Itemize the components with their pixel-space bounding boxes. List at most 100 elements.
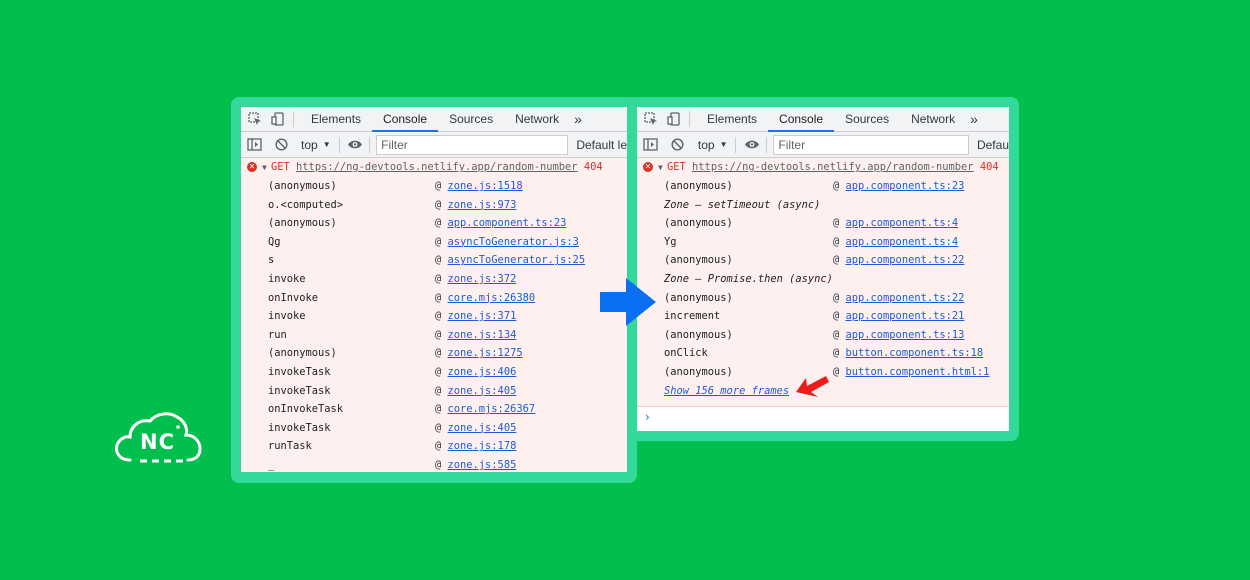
source-link[interactable]: app.component.ts:23 bbox=[846, 180, 965, 192]
source-location: @ core.mjs:26380 bbox=[435, 291, 536, 304]
eye-icon[interactable] bbox=[344, 134, 368, 156]
more-tabs-icon[interactable]: » bbox=[570, 107, 586, 131]
async-boundary-label: Zone — Promise.then (async) bbox=[664, 272, 833, 285]
sidebar-toggle-icon[interactable] bbox=[243, 134, 267, 156]
stack-frame-row: run @ zone.js:134 bbox=[241, 326, 627, 345]
async-boundary-row: Zone — setTimeout (async) bbox=[637, 196, 1009, 215]
device-toggle-icon[interactable] bbox=[665, 110, 683, 128]
function-name: (anonymous) bbox=[268, 180, 337, 192]
source-link[interactable]: button.component.ts:18 bbox=[846, 347, 984, 359]
stack-frame-row: s @ asyncToGenerator.js:25 bbox=[241, 251, 627, 270]
source-link[interactable]: core.mjs:26367 bbox=[448, 403, 536, 415]
inspect-icon[interactable] bbox=[246, 110, 264, 128]
source-location: @ app.component.ts:22 bbox=[833, 254, 965, 267]
tab-console[interactable]: Console bbox=[372, 107, 439, 132]
source-link[interactable]: app.component.ts:4 bbox=[846, 217, 959, 229]
stack-frame-row: increment @ app.component.ts:21 bbox=[637, 307, 1009, 326]
stack-frame-row: runTask @ zone.js:178 bbox=[241, 437, 627, 456]
function-name: (anonymous) bbox=[664, 365, 733, 378]
source-link[interactable]: button.component.html:1 bbox=[846, 366, 990, 378]
tab-network[interactable]: Network bbox=[900, 107, 966, 131]
source-location: @ app.component.ts:4 bbox=[833, 235, 959, 248]
tab-console[interactable]: Console bbox=[768, 107, 835, 132]
log-levels-dropdown[interactable]: Defau bbox=[977, 138, 1009, 152]
source-link[interactable]: core.mjs:26380 bbox=[448, 292, 536, 304]
source-location: @ zone.js:371 bbox=[435, 310, 517, 323]
source-link[interactable]: zone.js:371 bbox=[448, 310, 517, 322]
source-location: @ zone.js:406 bbox=[435, 365, 517, 378]
stack-frame-row: invoke @ zone.js:371 bbox=[241, 307, 627, 326]
source-link[interactable]: app.component.ts:22 bbox=[846, 292, 965, 304]
stack-frame-row: invokeTask @ zone.js:406 bbox=[241, 363, 627, 382]
stack-frame-row: (anonymous) @ app.component.ts:22 bbox=[637, 251, 1009, 270]
source-link[interactable]: zone.js:405 bbox=[448, 385, 517, 397]
tab-sources[interactable]: Sources bbox=[834, 107, 900, 131]
device-toggle-icon[interactable] bbox=[269, 110, 287, 128]
function-name: invokeTask bbox=[268, 421, 331, 434]
source-location: @ app.component.ts:4 bbox=[833, 217, 959, 230]
error-url-link[interactable]: https://ng-devtools.netlify.app/random-n… bbox=[296, 161, 578, 173]
left-tab-bar: Elements Console Sources Network » bbox=[241, 107, 627, 132]
inspect-icon[interactable] bbox=[642, 110, 660, 128]
more-tabs-icon[interactable]: » bbox=[966, 107, 982, 131]
eye-icon[interactable] bbox=[740, 134, 764, 156]
tab-elements[interactable]: Elements bbox=[300, 107, 372, 131]
context-selector[interactable]: top ▼ bbox=[690, 138, 736, 152]
source-location: @ zone.js:973 bbox=[435, 198, 517, 211]
show-more-frames-link[interactable]: Show 156 more frames bbox=[664, 382, 789, 401]
source-link[interactable]: asyncToGenerator.js:25 bbox=[448, 254, 586, 266]
source-link[interactable]: zone.js:973 bbox=[448, 199, 517, 211]
right-console-toolbar: top ▼ Filter Defau bbox=[637, 132, 1009, 158]
expand-triangle-icon[interactable]: ▼ bbox=[262, 158, 267, 177]
source-link[interactable]: app.component.ts:21 bbox=[846, 310, 965, 322]
filter-input[interactable]: Filter bbox=[773, 134, 969, 155]
error-url-link[interactable]: https://ng-devtools.netlify.app/random-n… bbox=[692, 161, 974, 173]
function-name: invoke bbox=[268, 310, 306, 323]
source-location: @ zone.js:134 bbox=[435, 328, 517, 341]
source-link[interactable]: zone.js:178 bbox=[448, 440, 517, 452]
source-location: @ zone.js:585 bbox=[435, 458, 517, 471]
stack-frame-row: Qg @ asyncToGenerator.js:3 bbox=[241, 233, 627, 252]
source-location: @ zone.js:405 bbox=[435, 421, 517, 434]
function-name: invokeTask bbox=[268, 365, 331, 378]
left-devtools-panel: Elements Console Sources Network » top ▼… bbox=[241, 107, 627, 472]
source-link[interactable]: app.component.ts:23 bbox=[448, 217, 567, 229]
function-name: run bbox=[268, 328, 287, 341]
source-link[interactable]: asyncToGenerator.js:3 bbox=[448, 236, 579, 248]
clear-console-icon[interactable] bbox=[270, 134, 294, 156]
source-location: @ app.component.ts:21 bbox=[833, 310, 965, 323]
source-link[interactable]: zone.js:1518 bbox=[448, 180, 523, 192]
clear-console-icon[interactable] bbox=[666, 134, 690, 156]
error-text: GET https://ng-devtools.netlify.app/rand… bbox=[271, 161, 603, 173]
source-link[interactable]: zone.js:405 bbox=[448, 422, 517, 434]
function-name: invokeTask bbox=[268, 384, 331, 397]
source-link[interactable]: zone.js:585 bbox=[448, 459, 517, 471]
source-link[interactable]: zone.js:406 bbox=[448, 366, 517, 378]
source-link[interactable]: app.component.ts:13 bbox=[846, 329, 965, 341]
error-message[interactable]: ✕ ▼ GET https://ng-devtools.netlify.app/… bbox=[637, 158, 1009, 177]
function-name: (anonymous) bbox=[664, 217, 733, 230]
toolbar-separator bbox=[338, 136, 340, 153]
source-link[interactable]: zone.js:372 bbox=[448, 273, 517, 285]
function-name: o.<computed> bbox=[268, 198, 344, 211]
function-name: onClick bbox=[664, 347, 708, 360]
chevron-down-icon: ▼ bbox=[322, 140, 331, 149]
source-link[interactable]: zone.js:134 bbox=[448, 329, 517, 341]
red-pointer-arrow-icon bbox=[792, 370, 832, 411]
stack-frame-row: (anonymous) @ app.component.ts:4 bbox=[637, 214, 1009, 233]
source-link[interactable]: app.component.ts:22 bbox=[846, 254, 965, 266]
tab-elements[interactable]: Elements bbox=[696, 107, 768, 131]
expand-triangle-icon[interactable]: ▼ bbox=[658, 158, 663, 177]
tab-sources[interactable]: Sources bbox=[438, 107, 504, 131]
function-name: onInvoke bbox=[268, 291, 319, 304]
source-link[interactable]: app.component.ts:4 bbox=[846, 236, 959, 248]
source-link[interactable]: zone.js:1275 bbox=[448, 347, 523, 359]
error-icon: ✕ bbox=[247, 162, 257, 172]
log-levels-dropdown[interactable]: Default le bbox=[576, 138, 627, 152]
error-message[interactable]: ✕ ▼ GET https://ng-devtools.netlify.app/… bbox=[241, 158, 627, 177]
source-location: @ asyncToGenerator.js:25 bbox=[435, 254, 586, 267]
context-selector[interactable]: top ▼ bbox=[293, 138, 339, 152]
filter-input[interactable]: Filter bbox=[376, 134, 569, 155]
sidebar-toggle-icon[interactable] bbox=[639, 134, 663, 156]
tab-network[interactable]: Network bbox=[504, 107, 570, 131]
